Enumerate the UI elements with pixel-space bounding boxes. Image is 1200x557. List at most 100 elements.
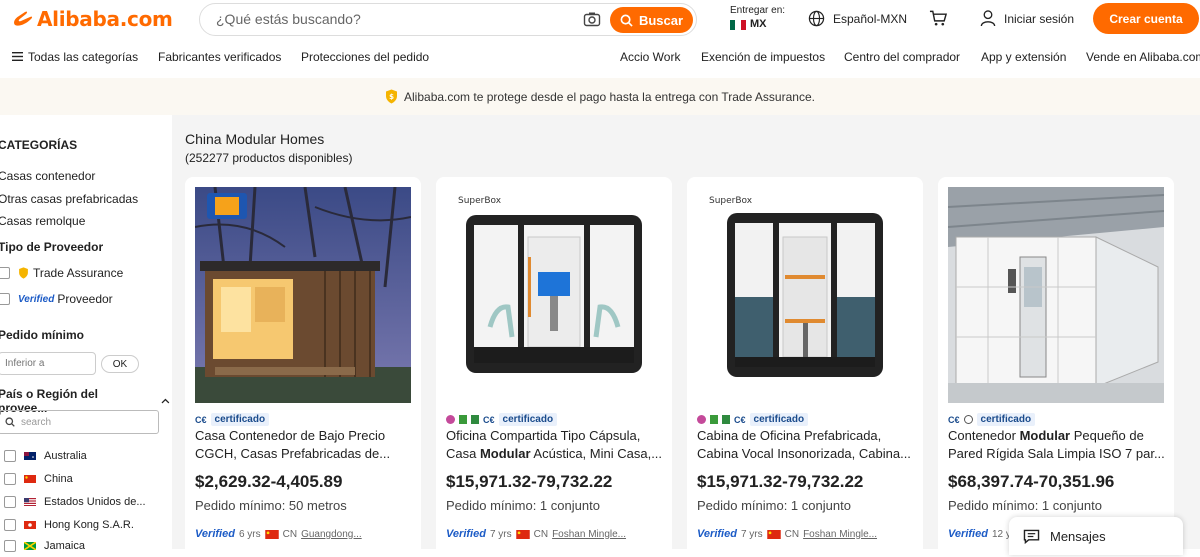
min-order: Pedido mínimo: 1 conjunto: [446, 498, 600, 513]
country-item[interactable]: Hong Kong S.A.R.: [4, 519, 134, 531]
supplier-type-title: Tipo de Proveedor: [0, 240, 104, 254]
svg-text:$: $: [389, 93, 394, 101]
usa-flag-icon: [24, 498, 36, 506]
globe-icon: [808, 10, 825, 27]
product-price: $15,971.32-79,732.22: [446, 472, 613, 491]
camera-search-icon[interactable]: [583, 11, 601, 27]
product-title-text: Casa Contenedor de Bajo Precio CGCH, Cas…: [195, 428, 391, 461]
country-checkbox[interactable]: [4, 496, 16, 508]
create-account-button[interactable]: Crear cuenta: [1093, 3, 1199, 34]
product-card[interactable]: SuperBox C€ certificado Cabina de Oficin…: [687, 177, 923, 557]
china-flag-icon: [24, 475, 36, 483]
search-input[interactable]: [216, 11, 576, 27]
category-item[interactable]: Otras casas prefabricadas: [0, 192, 138, 206]
nav-buyer-center[interactable]: Centro del comprador: [844, 50, 960, 64]
cert-leaf-icon: [471, 415, 479, 424]
supplier-info: Verified 7 yrs CN Foshan Mingle...: [446, 528, 626, 540]
cert-label: certificado: [498, 413, 558, 426]
product-title[interactable]: Casa Contenedor de Bajo Precio CGCH, Cas…: [195, 427, 413, 463]
category-item[interactable]: Casas remolque: [0, 214, 85, 228]
product-image[interactable]: [195, 187, 411, 403]
supplier-info: Verified 6 yrs CN Guangdong...: [195, 528, 362, 540]
region-search[interactable]: search: [0, 410, 159, 434]
china-flag-icon: [264, 529, 279, 539]
product-image[interactable]: [948, 187, 1164, 403]
country-item[interactable]: Estados Unidos de...: [4, 496, 146, 508]
product-card[interactable]: C€ certificado Contenedor Modular Pequeñ…: [938, 177, 1174, 557]
supplier-country: CN: [784, 528, 800, 540]
supplier-name[interactable]: Foshan Mingle...: [552, 529, 626, 540]
product-image[interactable]: SuperBox: [697, 187, 913, 403]
china-flag-icon: [515, 529, 530, 539]
messages-widget[interactable]: Mensajes: [1009, 517, 1183, 555]
product-title[interactable]: Contenedor Modular Pequeño de Pared Rígi…: [948, 427, 1166, 463]
ce-mark-icon: C€: [734, 414, 746, 425]
supplier-name[interactable]: Foshan Mingle...: [803, 529, 877, 540]
trade-assurance-icon: [19, 267, 28, 279]
country-checkbox[interactable]: [4, 450, 16, 462]
cert-seal-icon: [963, 415, 973, 424]
cert-seal-icon: [697, 415, 706, 424]
supplier-years: 7 yrs: [489, 528, 512, 540]
certification-badge: C€ certificado: [948, 413, 1036, 426]
nav-all-categories[interactable]: Todas las categorías: [12, 50, 138, 64]
verified-supplier-filter[interactable]: Verified Proveedor: [18, 292, 113, 306]
chat-icon: [1023, 529, 1040, 544]
alibaba-logo-icon: [14, 11, 33, 26]
nav-verified-manufacturers[interactable]: Fabricantes verificados: [158, 50, 281, 64]
category-item[interactable]: Casas contenedor: [0, 169, 95, 183]
certification-badge: C€ certificado: [446, 413, 558, 426]
nav-app-extension[interactable]: App y extensión: [981, 50, 1066, 64]
min-order-ok-button[interactable]: OK: [101, 355, 139, 373]
nav-accio-work[interactable]: Accio Work: [620, 50, 680, 64]
product-title[interactable]: Oficina Compartida Tipo Cápsula, Casa Mo…: [446, 427, 664, 463]
region-search-placeholder: search: [21, 417, 52, 428]
brand-logo: SuperBox: [458, 196, 502, 206]
min-order-input[interactable]: [0, 352, 96, 375]
nav-tax-exemption[interactable]: Exención de impuestos: [701, 50, 825, 64]
product-title[interactable]: Cabina de Oficina Prefabricada, Cabina V…: [697, 427, 915, 463]
trade-assurance-checkbox[interactable]: [0, 267, 10, 279]
cert-label: certificado: [749, 413, 809, 426]
product-price: $15,971.32-79,732.22: [697, 472, 864, 491]
supplier-name[interactable]: Guangdong...: [301, 529, 362, 540]
country-item[interactable]: Australia: [4, 450, 87, 462]
main-nav: Todas las categorías Fabricantes verific…: [0, 38, 1200, 76]
country-checkbox[interactable]: [4, 540, 16, 552]
min-order: Pedido mínimo: 1 conjunto: [697, 498, 851, 513]
search-button[interactable]: Buscar: [610, 7, 693, 33]
trade-assurance-filter[interactable]: Trade Assurance: [18, 266, 123, 280]
country-item[interactable]: Jamaica: [4, 540, 85, 552]
banner-text: Alibaba.com te protege desde el pago has…: [404, 89, 815, 104]
logo-text: Alibaba.com: [37, 7, 173, 31]
language-selector[interactable]: Español-MXN: [808, 10, 907, 27]
login-link[interactable]: Iniciar sesión: [980, 10, 1074, 27]
verified-supplier-label: Proveedor: [57, 292, 113, 306]
verified-badge: Verified: [948, 528, 988, 540]
country-label: Australia: [44, 450, 87, 462]
verified-logo: Verified: [18, 293, 55, 305]
cart-icon[interactable]: [929, 9, 948, 27]
country-checkbox[interactable]: [4, 519, 16, 531]
results-count: (252277 productos disponibles): [185, 151, 353, 165]
product-title-text: Cabina de Oficina Prefabricada, Cabina V…: [697, 428, 911, 461]
min-order: Pedido mínimo: 50 metros: [195, 498, 347, 513]
verified-supplier-checkbox[interactable]: [0, 293, 10, 305]
product-image[interactable]: SuperBox: [446, 187, 662, 403]
country-item[interactable]: China: [4, 473, 73, 485]
supplier-info: Verified 12 y: [948, 528, 1011, 540]
country-label: China: [44, 473, 73, 485]
categories-title: CATEGORÍAS: [0, 138, 78, 152]
nav-sell[interactable]: Vende en Alibaba.com: [1086, 50, 1200, 64]
deliver-to[interactable]: Entregar en: MX: [730, 4, 785, 31]
australia-flag-icon: [24, 452, 36, 460]
trade-assurance-banner: $ Alibaba.com te protege desde el pago h…: [0, 78, 1200, 115]
nav-order-protections[interactable]: Protecciones del pedido: [301, 50, 429, 64]
product-card[interactable]: C€ certificado Casa Contenedor de Bajo P…: [185, 177, 421, 557]
country-checkbox[interactable]: [4, 473, 16, 485]
verified-badge: Verified: [446, 528, 486, 540]
product-price: $68,397.74-70,351.96: [948, 472, 1115, 491]
login-label: Iniciar sesión: [1004, 11, 1075, 26]
product-card[interactable]: SuperBox C€ certificado Oficina Comparti…: [436, 177, 672, 557]
alibaba-logo[interactable]: Alibaba.com: [12, 7, 173, 31]
